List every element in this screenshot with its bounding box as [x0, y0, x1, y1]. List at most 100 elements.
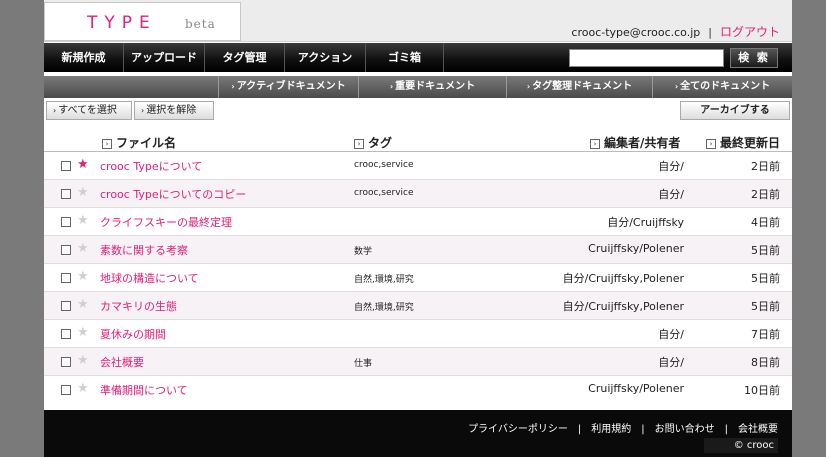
arrow-right-icon: › — [674, 82, 679, 91]
footer-separator: | — [724, 424, 728, 435]
table-row[interactable]: ★ 夏休みの期間 自分/ 7日前 — [44, 319, 792, 347]
row-owner: Cruijffsky/Polener — [588, 242, 684, 255]
table-row[interactable]: ★ 準備期間について Cruijffsky/Polener 10日前 — [44, 375, 792, 403]
search-button[interactable]: 検 索 — [730, 48, 778, 68]
row-filename[interactable]: crooc Typeについてのコピー — [100, 186, 246, 202]
table-row[interactable]: ★ クライフスキーの最終定理 自分/Cruijffsky 4日前 — [44, 207, 792, 235]
select-all-button[interactable]: › すべてを選択 — [46, 101, 132, 120]
star-icon[interactable]: ★ — [77, 213, 89, 229]
row-updated: 5日前 — [751, 300, 780, 313]
sort-icon: › — [102, 139, 112, 149]
star-icon[interactable]: ★ — [77, 381, 89, 397]
row-tag: crooc,service — [354, 188, 414, 198]
star-icon[interactable]: ★ — [77, 157, 89, 173]
subnav-all-documents[interactable]: › 全てのドキュメント — [652, 76, 792, 98]
row-filename[interactable]: クライフスキーの最終定理 — [100, 214, 232, 230]
column-tag[interactable]: › タグ — [354, 134, 392, 151]
row-checkbox[interactable] — [61, 273, 71, 283]
subnav-label: アクティブドキュメント — [236, 81, 346, 92]
row-updated: 8日前 — [751, 356, 780, 369]
nav-upload[interactable]: アップロード — [124, 43, 205, 72]
select-all-label: すべてを選択 — [58, 105, 117, 116]
row-filename[interactable]: 夏休みの期間 — [100, 326, 166, 342]
footer-link-privacy[interactable]: プライバシーポリシー — [468, 424, 568, 435]
subnav-tag-sorted-documents[interactable]: › タグ整理ドキュメント — [506, 76, 652, 98]
row-owner: 自分/ — [658, 356, 684, 369]
footer-separator: | — [641, 424, 645, 435]
row-owner: 自分/ — [658, 160, 684, 173]
nav-action[interactable]: アクション — [285, 43, 366, 72]
row-filename[interactable]: 素数に関する考察 — [100, 242, 188, 258]
row-tag: crooc,service — [354, 160, 414, 170]
logo-type-text: TYPE — [87, 13, 157, 33]
logout-link[interactable]: ログアウト — [720, 25, 780, 39]
row-checkbox[interactable] — [61, 245, 71, 255]
footer-link-company[interactable]: 会社概要 — [738, 424, 778, 435]
action-bar: › すべてを選択 › 選択を解除 アーカイブする — [44, 101, 792, 123]
table-row[interactable]: ★ crooc Typeについてのコピー crooc,service 自分/ 2… — [44, 179, 792, 207]
star-icon[interactable]: ★ — [77, 269, 89, 285]
subnav-important-documents[interactable]: › 重要ドキュメント — [358, 76, 506, 98]
column-filename[interactable]: › ファイル名 — [102, 134, 176, 151]
subnav-active-documents[interactable]: › アクティブドキュメント — [218, 76, 358, 98]
search-input[interactable] — [569, 49, 724, 67]
arrow-right-icon: › — [141, 106, 145, 115]
row-checkbox[interactable] — [61, 301, 71, 311]
star-icon[interactable]: ★ — [77, 185, 89, 201]
row-filename[interactable]: crooc Typeについて — [100, 158, 202, 174]
column-filename-label: ファイル名 — [116, 136, 177, 150]
footer-link-terms[interactable]: 利用規約 — [591, 424, 631, 435]
table-row[interactable]: ★ crooc Typeについて crooc,service 自分/ 2日前 — [44, 151, 792, 179]
logo-beta-text: beta — [185, 17, 216, 31]
row-checkbox[interactable] — [61, 385, 71, 395]
row-owner: 自分/Cruijffsky,Polener — [562, 300, 684, 313]
row-filename[interactable]: カマキリの生態 — [100, 298, 177, 314]
row-updated: 2日前 — [751, 160, 780, 173]
star-icon[interactable]: ★ — [77, 297, 89, 313]
deselect-label: 選択を解除 — [146, 105, 197, 116]
row-filename[interactable]: 準備期間について — [100, 382, 188, 398]
row-owner: 自分/Cruijffsky,Polener — [562, 272, 684, 285]
deselect-button[interactable]: › 選択を解除 — [134, 101, 214, 120]
logo[interactable]: TYPE beta — [44, 2, 241, 41]
arrow-right-icon: › — [53, 106, 57, 115]
row-updated: 7日前 — [751, 328, 780, 341]
copyright: © crooc — [704, 438, 778, 453]
row-tag: 自然,環境,研究 — [354, 303, 414, 313]
archive-button[interactable]: アーカイブする — [680, 101, 790, 120]
app-window: TYPE beta crooc-type@crooc.co.jp | ログアウト 新… — [44, 0, 792, 457]
row-checkbox[interactable] — [61, 161, 71, 171]
row-checkbox[interactable] — [61, 217, 71, 227]
sort-icon: › — [706, 139, 716, 149]
table-row[interactable]: ★ 地球の構造について 自然,環境,研究 自分/Cruijffsky,Polen… — [44, 263, 792, 291]
star-icon[interactable]: ★ — [77, 353, 89, 369]
header-separator: | — [708, 26, 712, 39]
nav-tag-manage[interactable]: タグ管理 — [205, 43, 285, 72]
column-updated[interactable]: › 最終更新日 — [706, 134, 780, 151]
row-owner: 自分/ — [658, 188, 684, 201]
row-tag: 自然,環境,研究 — [354, 275, 414, 285]
sort-icon: › — [354, 139, 364, 149]
row-checkbox[interactable] — [61, 189, 71, 199]
table-row[interactable]: ★ カマキリの生態 自然,環境,研究 自分/Cruijffsky,Polener… — [44, 291, 792, 319]
row-owner: 自分/Cruijffsky — [607, 216, 684, 229]
star-icon[interactable]: ★ — [77, 241, 89, 257]
table-row[interactable]: ★ 素数に関する考察 数学 Cruijffsky/Polener 5日前 — [44, 235, 792, 263]
row-filename[interactable]: 会社概要 — [100, 354, 144, 370]
main-nav: 新規作成 アップロード タグ管理 アクション ゴミ箱 検 索 — [44, 43, 792, 72]
subnav-label: タグ整理ドキュメント — [532, 81, 633, 92]
nav-trash[interactable]: ゴミ箱 — [366, 43, 444, 72]
row-filename[interactable]: 地球の構造について — [100, 270, 199, 286]
table-header: › ファイル名 › タグ › 編集者/共有者 › 最終更新日 — [44, 131, 792, 153]
nav-new-document[interactable]: 新規作成 — [44, 43, 124, 72]
row-checkbox[interactable] — [61, 329, 71, 339]
sub-nav: › アクティブドキュメント › 重要ドキュメント › タグ整理ドキュメント › 全てのド… — [44, 76, 792, 98]
footer-separator: | — [577, 424, 582, 435]
row-checkbox[interactable] — [61, 357, 71, 367]
arrow-right-icon: › — [526, 82, 531, 91]
subnav-label: 重要ドキュメント — [395, 81, 476, 92]
table-row[interactable]: ★ 会社概要 仕事 自分/ 8日前 — [44, 347, 792, 375]
star-icon[interactable]: ★ — [77, 325, 89, 341]
column-owner[interactable]: › 編集者/共有者 — [590, 134, 680, 151]
footer-link-contact[interactable]: お問い合わせ — [655, 424, 715, 435]
